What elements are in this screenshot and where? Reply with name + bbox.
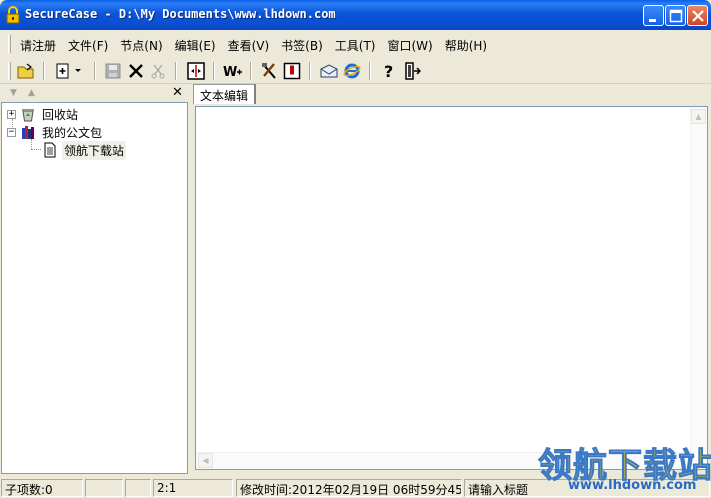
ie-icon bbox=[343, 63, 361, 79]
status-child-count: 子项数:0 bbox=[1, 479, 83, 497]
tree-node-label: 领航下载站 bbox=[62, 140, 127, 160]
menu-help[interactable]: 帮助(H) bbox=[439, 36, 493, 55]
bookmark-icon bbox=[283, 62, 301, 80]
watermark-url: www.lhdown.com bbox=[568, 478, 697, 493]
expand-icon[interactable]: + bbox=[7, 109, 16, 119]
svg-text:?: ? bbox=[384, 62, 393, 80]
status-position: 2:1 bbox=[153, 479, 233, 497]
help-button[interactable]: ? bbox=[378, 60, 400, 82]
menu-edit[interactable]: 编辑(E) bbox=[169, 36, 222, 55]
close-button[interactable] bbox=[687, 5, 708, 26]
tools-button[interactable] bbox=[258, 60, 280, 82]
scroll-up-button[interactable]: ▲ bbox=[691, 109, 706, 124]
close-panel-icon[interactable]: ✕ bbox=[172, 85, 183, 100]
fit-window-button[interactable] bbox=[185, 60, 207, 82]
toolbar-separator bbox=[369, 62, 371, 80]
cut-icon bbox=[151, 64, 165, 79]
minimize-button[interactable] bbox=[643, 5, 664, 26]
menu-window[interactable]: 窗口(W) bbox=[381, 36, 438, 55]
mail-icon bbox=[320, 64, 338, 78]
toolbar-separator bbox=[43, 62, 45, 80]
new-node-dropdown[interactable] bbox=[71, 60, 85, 82]
dropdown-arrow-icon bbox=[75, 69, 81, 72]
tree-view[interactable]: + 回收站 − 我的公文包 领航下载站 bbox=[1, 102, 188, 474]
word-button[interactable]: W bbox=[222, 60, 244, 82]
status-empty-2 bbox=[125, 479, 151, 497]
tools-icon bbox=[262, 63, 276, 79]
open-folder-icon bbox=[17, 63, 34, 79]
cut-button[interactable] bbox=[147, 60, 169, 82]
title-bar[interactable]: SecureCase - D:\My Documents\www.lhdown.… bbox=[0, 0, 711, 30]
text-editor[interactable]: ▲ ◀ bbox=[195, 106, 708, 470]
toolbar-separator bbox=[213, 62, 215, 80]
delete-button[interactable] bbox=[125, 60, 147, 82]
tree-node-label: 回收站 bbox=[42, 107, 79, 122]
collapse-icon[interactable]: − bbox=[7, 127, 16, 137]
toolbar-grip[interactable] bbox=[8, 62, 11, 80]
panel-splitter[interactable] bbox=[189, 85, 193, 475]
help-icon: ? bbox=[384, 62, 393, 80]
exit-button[interactable] bbox=[401, 60, 423, 82]
vertical-scrollbar[interactable]: ▲ bbox=[690, 107, 707, 453]
toolbar: W ? bbox=[0, 58, 711, 84]
books-icon bbox=[22, 126, 34, 139]
svg-text:W: W bbox=[223, 65, 237, 79]
save-icon bbox=[105, 63, 121, 79]
recycle-bin-icon bbox=[22, 109, 34, 122]
window-title: SecureCase - D:\My Documents\www.lhdown.… bbox=[25, 7, 336, 21]
move-down-icon[interactable]: ▼ bbox=[10, 88, 17, 98]
maximize-button[interactable] bbox=[665, 5, 686, 26]
tree-panel-header: ▼ ▲ ✕ bbox=[0, 85, 189, 102]
tree-node-lhdown[interactable]: 领航下载站 bbox=[42, 140, 127, 160]
move-up-icon[interactable]: ▲ bbox=[28, 88, 35, 98]
lock-icon bbox=[6, 6, 20, 24]
delete-icon bbox=[129, 64, 143, 78]
tab-text-edit[interactable]: 文本编辑 bbox=[193, 84, 257, 104]
menu-bookmark[interactable]: 书签(B) bbox=[275, 36, 329, 55]
fit-window-icon bbox=[187, 62, 205, 80]
menu-grip[interactable] bbox=[8, 35, 11, 53]
menu-node[interactable]: 节点(N) bbox=[114, 36, 168, 55]
tree-node-briefcase[interactable]: − 我的公文包 bbox=[7, 123, 104, 141]
toolbar-separator bbox=[94, 62, 96, 80]
open-button[interactable] bbox=[15, 60, 37, 82]
toolbar-separator bbox=[309, 62, 311, 80]
new-node-icon bbox=[56, 63, 69, 79]
exit-icon bbox=[405, 62, 421, 80]
minimize-icon bbox=[649, 19, 656, 22]
document-icon bbox=[44, 142, 56, 158]
editor-tab-bar: 文本编辑 bbox=[193, 84, 711, 106]
bookmark-button[interactable] bbox=[281, 60, 303, 82]
scroll-left-button[interactable]: ◀ bbox=[198, 453, 213, 468]
menu-register[interactable]: 请注册 bbox=[14, 36, 62, 55]
menu-file[interactable]: 文件(F) bbox=[62, 36, 114, 55]
ie-button[interactable] bbox=[341, 60, 363, 82]
status-empty-1 bbox=[85, 479, 123, 497]
watermark-logo: 领航下载站 www.lhdown.com bbox=[538, 438, 711, 494]
menu-bar: 请注册 文件(F) 节点(N) 编辑(E) 查看(V) 书签(B) 工具(T) … bbox=[0, 30, 711, 58]
scroll-left-icon: ◀ bbox=[202, 456, 209, 465]
word-icon: W bbox=[223, 65, 242, 79]
status-modified-time: 修改时间:2012年02月19日 06时59分45秒 bbox=[236, 479, 462, 497]
toolbar-separator bbox=[250, 62, 252, 80]
tree-node-recycle[interactable]: + 回收站 bbox=[7, 105, 80, 123]
close-icon bbox=[692, 10, 704, 22]
menu-tools[interactable]: 工具(T) bbox=[329, 36, 382, 55]
menu-view[interactable]: 查看(V) bbox=[222, 36, 276, 55]
toolbar-separator bbox=[175, 62, 177, 80]
mail-button[interactable] bbox=[318, 60, 340, 82]
maximize-icon bbox=[669, 9, 683, 23]
save-button[interactable] bbox=[102, 60, 124, 82]
tree-node-label: 我的公文包 bbox=[42, 125, 103, 140]
scroll-up-icon: ▲ bbox=[695, 112, 702, 121]
